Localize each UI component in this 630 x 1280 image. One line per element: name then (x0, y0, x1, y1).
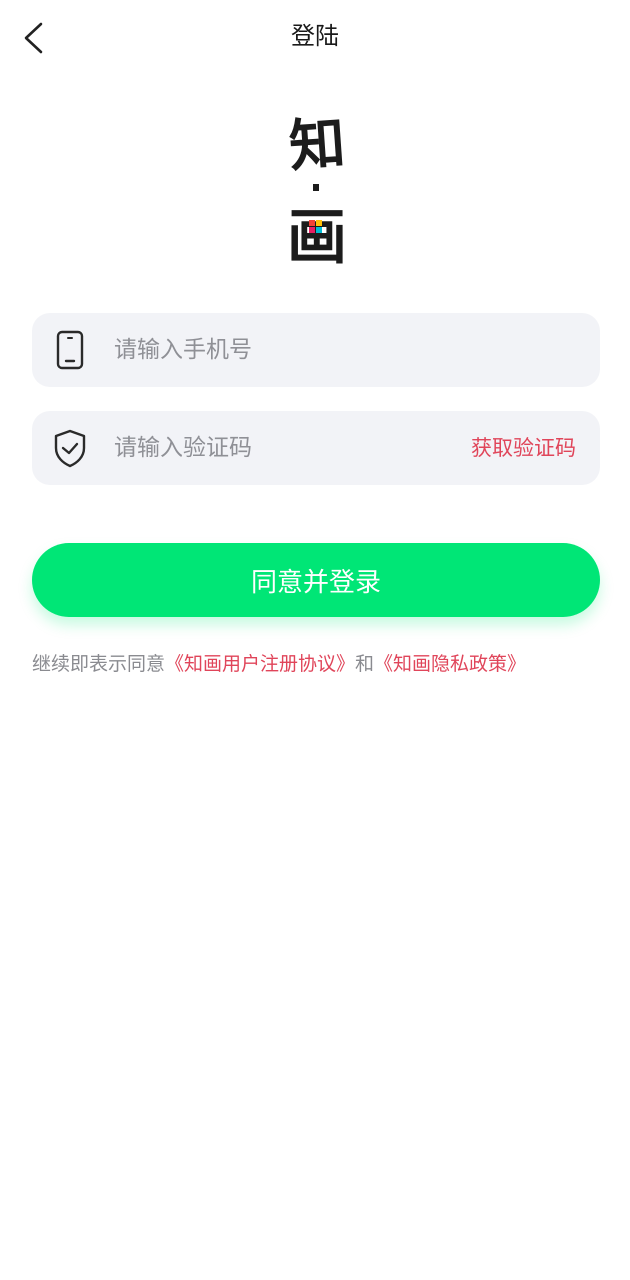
logo-char-top: 知 (287, 112, 347, 180)
logo-square-red (309, 220, 315, 226)
phone-field (32, 313, 600, 387)
shield-check-icon (54, 429, 86, 468)
code-input[interactable] (114, 411, 454, 485)
logo-square-yellow (316, 220, 322, 226)
agreement-conjunction: 和 (355, 653, 375, 675)
top-bar: 登陆 (0, 0, 630, 72)
app-logo: 知 画 (280, 111, 354, 273)
code-field: 获取验证码 (32, 411, 600, 485)
logo-square-pink (309, 227, 315, 233)
phone-input[interactable] (114, 313, 454, 387)
agree-and-login-button[interactable]: 同意并登录 (32, 543, 600, 617)
get-code-button[interactable]: 获取验证码 (471, 411, 576, 485)
logo-char-bottom: 画 (287, 203, 347, 264)
page-title: 登陆 (291, 22, 339, 50)
privacy-policy-link[interactable]: 《知画隐私政策》 (374, 653, 526, 675)
logo-square-cyan (316, 227, 322, 233)
user-agreement-link[interactable]: 《知画用户注册协议》 (165, 653, 355, 675)
phone-icon (56, 330, 84, 370)
agreement-text: 继续即表示同意《知画用户注册协议》和《知画隐私政策》 (32, 648, 622, 680)
agreement-prefix: 继续即表示同意 (32, 653, 166, 675)
